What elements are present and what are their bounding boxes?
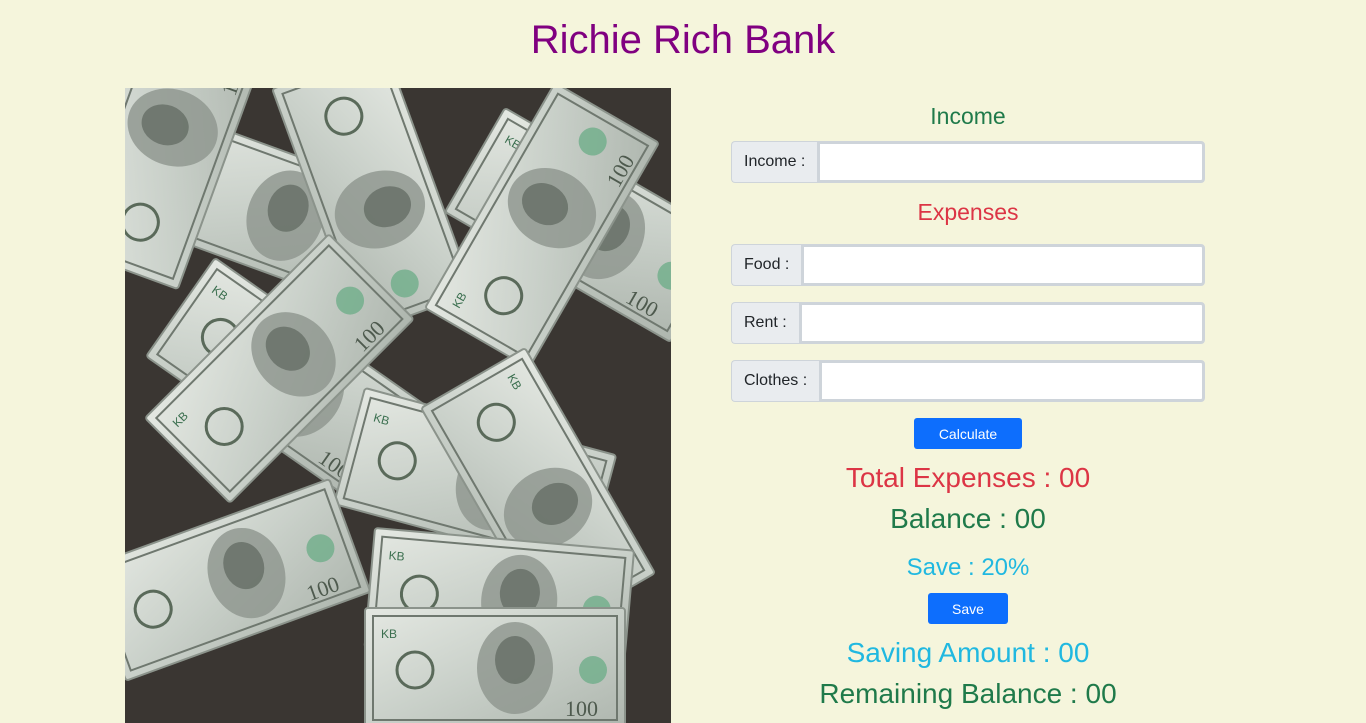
rent-input-group: Rent : [731,302,1205,344]
save-button[interactable]: Save [928,593,1008,624]
remaining-balance-text: Remaining Balance : 00 [819,678,1117,709]
balance-text: Balance : 00 [890,503,1046,534]
money-bills-image: KB 100 [125,88,671,723]
income-label: Income : [731,141,818,183]
expenses-heading: Expenses [917,199,1019,225]
clothes-input[interactable] [819,360,1205,402]
income-input-group: Income : [731,141,1205,183]
food-input-group: Food : [731,244,1205,286]
saving-amount-text: Saving Amount : 00 [846,637,1090,668]
food-input[interactable] [801,244,1205,286]
clothes-input-group: Clothes : [731,360,1205,402]
food-label: Food : [731,244,802,286]
income-input[interactable] [817,141,1205,183]
rent-input[interactable] [798,302,1205,344]
rent-label: Rent : [731,302,799,344]
save-percent-text: Save : 20% [906,554,1030,581]
total-expenses-text: Total Expenses : 00 [845,462,1091,493]
income-heading: Income [930,103,1006,129]
page-title: Richie Rich Bank [530,18,836,62]
calculate-button[interactable]: Calculate [914,418,1022,449]
clothes-label: Clothes : [731,360,820,402]
